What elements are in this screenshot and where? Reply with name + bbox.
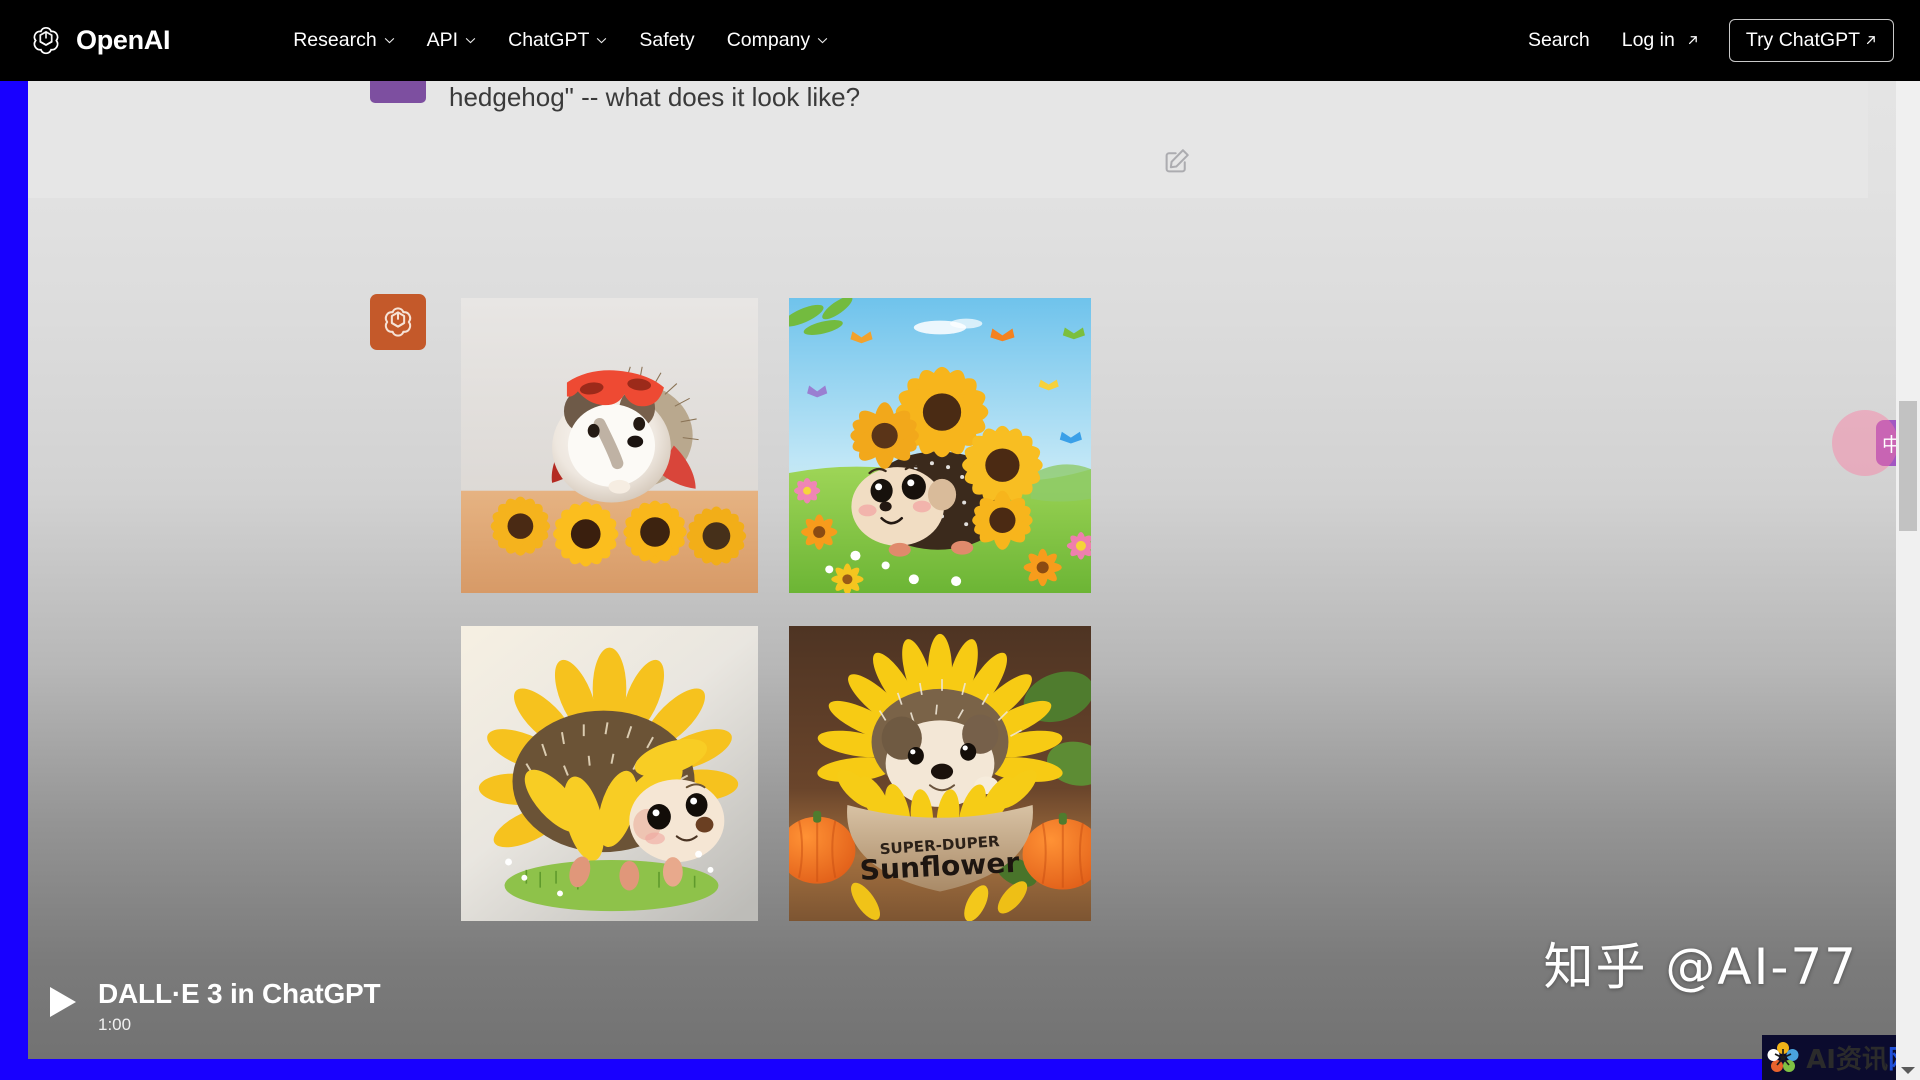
openai-logo-icon xyxy=(28,23,64,59)
chevron-down-icon xyxy=(596,37,607,44)
openai-mark-icon xyxy=(370,294,426,350)
nav-item-research-label: Research xyxy=(293,29,377,51)
video-title: DALL·E 3 in ChatGPT xyxy=(98,978,381,1009)
nav-item-api[interactable]: API xyxy=(411,21,492,60)
video-overlay-info: DALL·E 3 in ChatGPT 1:00 xyxy=(50,976,381,1035)
brand-name: OpenAI xyxy=(76,25,171,55)
page-scrollbar[interactable] xyxy=(1896,81,1920,1080)
chevron-down-icon xyxy=(817,37,828,44)
video-duration: 1:00 xyxy=(98,1015,132,1034)
generated-image-2[interactable] xyxy=(789,298,1091,593)
nav-right-actions: Search Log in Try ChatGPT xyxy=(1512,19,1894,62)
generated-image-4[interactable]: SUPER-DUPER Sunflower xyxy=(789,626,1091,921)
user-avatar xyxy=(370,81,426,103)
top-navigation-bar: OpenAI Research API ChatGPT Safety Compa… xyxy=(0,0,1920,81)
page-viewport: hedgehog" -- what does it look like? SUP… xyxy=(28,81,1896,1059)
user-message-text: hedgehog" -- what does it look like? xyxy=(449,82,861,112)
generated-image-grid: SUPER-DUPER Sunflower xyxy=(461,298,1091,921)
generated-image-3[interactable] xyxy=(461,626,758,921)
try-chatgpt-button[interactable]: Try ChatGPT xyxy=(1728,19,1894,62)
search-label: Search xyxy=(1527,29,1590,51)
primary-nav-links: Research API ChatGPT Safety Company xyxy=(277,21,844,60)
nav-item-chatgpt[interactable]: ChatGPT xyxy=(492,21,623,60)
user-message-row: hedgehog" -- what does it look like? xyxy=(28,81,1868,198)
login-label: Log in xyxy=(1621,29,1675,51)
chevron-down-icon xyxy=(465,37,476,44)
generated-image-1[interactable] xyxy=(461,298,758,593)
brand-logo-link[interactable]: OpenAI xyxy=(28,23,171,59)
login-link[interactable]: Log in xyxy=(1606,21,1715,60)
edit-pencil-icon[interactable] xyxy=(1163,146,1192,175)
external-link-arrow-icon xyxy=(1682,29,1699,52)
scrollbar-thumb[interactable] xyxy=(1899,401,1917,531)
nav-item-company-label: Company xyxy=(726,29,811,51)
nav-item-chatgpt-label: ChatGPT xyxy=(508,29,590,51)
play-triangle-icon[interactable] xyxy=(50,987,76,1017)
nav-item-safety-label: Safety xyxy=(639,29,695,51)
search-button[interactable]: Search xyxy=(1512,21,1606,60)
try-chatgpt-label: Try ChatGPT xyxy=(1745,29,1860,51)
external-link-arrow-icon xyxy=(1860,29,1877,52)
nav-item-company[interactable]: Company xyxy=(711,21,844,60)
nav-item-api-label: API xyxy=(426,29,459,51)
zhihu-watermark: 知乎 @AI-77 xyxy=(1543,938,1858,996)
scrollbar-down-arrow-icon[interactable] xyxy=(1901,1067,1915,1074)
chevron-down-icon xyxy=(384,37,395,44)
nav-item-safety[interactable]: Safety xyxy=(623,21,710,60)
flower-logo-icon xyxy=(1766,1041,1800,1075)
nav-item-research[interactable]: Research xyxy=(277,21,410,60)
